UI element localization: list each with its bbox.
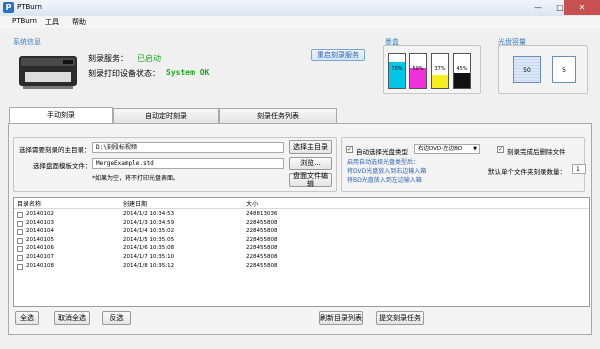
hint-line-1: 启用自动选择光盘类型后： <box>347 159 420 166</box>
row-size: 228455808 <box>246 228 278 235</box>
ink-black: 45% <box>453 53 471 89</box>
chevron-down-icon: ▼ <box>473 146 477 152</box>
tab-burn-task-list[interactable]: 刻录任务列表 <box>219 108 337 123</box>
deselect-all-button[interactable]: 取消全选 <box>54 311 90 325</box>
column-header-name[interactable]: 目录名称 <box>17 199 41 208</box>
row-name: 20140104 <box>26 228 54 235</box>
row-checkbox[interactable] <box>17 212 23 218</box>
hint-line-3: 将BD光盘放入到左边输入箱 <box>347 177 422 184</box>
disc-type-select[interactable]: 右边DVD-左边BD ▼ <box>414 144 480 154</box>
minimize-button[interactable]: — <box>527 0 549 15</box>
template-input[interactable]: MergeExample.std <box>92 158 284 169</box>
row-date: 2014/1/4 10:35:02 <box>123 228 175 235</box>
menu-bar <box>0 16 600 28</box>
table-row[interactable]: 20140106 2014/1/6 10:35:08 228455808 <box>14 245 589 254</box>
row-size: 228455808 <box>246 236 278 243</box>
row-checkbox[interactable] <box>17 263 23 270</box>
row-size: 248813036 <box>246 211 278 217</box>
delete-after-checkbox[interactable] <box>497 146 504 153</box>
row-size: 228455808 <box>246 262 278 269</box>
restart-service-button[interactable]: 重启刻录服务 <box>311 49 365 61</box>
menu-ptburn[interactable]: PTBurn <box>12 17 37 25</box>
ink-magenta-percent: 59% <box>412 66 424 72</box>
ink-magenta: 59% <box>409 53 427 89</box>
close-button[interactable]: ✕ <box>564 0 600 15</box>
disc-type-value: 右边DVD-左边BD <box>418 146 463 152</box>
row-date: 2014/1/7 10:35:10 <box>123 254 175 260</box>
service-status: 已启动 <box>137 54 161 63</box>
table-row[interactable]: 20140103 2014/1/3 10:34:59 228455808 <box>14 220 589 229</box>
ink-black-percent: 45% <box>456 66 468 72</box>
template-note: *如果为空，将不打印光盘表面。 <box>92 175 180 182</box>
tab-scheduled-burn[interactable]: 自动定时刻录 <box>113 108 219 123</box>
ink-yellow-percent: 37% <box>434 66 446 72</box>
row-checkbox[interactable] <box>17 246 23 253</box>
row-name: 20140103 <box>26 219 54 226</box>
row-date: 2014/1/8 10:35:12 <box>123 262 175 269</box>
auto-select-checkbox[interactable] <box>346 146 353 153</box>
header-divider <box>14 208 589 209</box>
row-name: 20140105 <box>26 236 54 243</box>
row-date: 2014/1/5 10:35:05 <box>123 236 175 243</box>
copies-label: 默认单个文件夹刻录数量： <box>488 168 566 176</box>
disc-tray-right: 5 <box>552 56 576 83</box>
printer-status-label: 刻录打印设备状态： <box>88 69 160 78</box>
table-row[interactable]: 20140104 2014/1/4 10:35:02 228455808 <box>14 228 589 237</box>
printer-image <box>17 50 79 90</box>
copies-input[interactable]: 1 <box>572 164 586 174</box>
column-header-size[interactable]: 大小 <box>246 199 258 208</box>
table-row[interactable]: 20140107 2014/1/7 10:35:10 228455808 <box>14 254 589 263</box>
table-row[interactable]: 20140105 2014/1/5 10:35:05 228455808 <box>14 237 589 246</box>
service-label: 刻录服务： <box>88 54 128 63</box>
main-dir-input[interactable]: D:\刻段标视频 <box>92 142 284 153</box>
window-title: PTBurn <box>17 3 42 11</box>
ink-cyan: 76% <box>388 53 406 89</box>
menu-help[interactable]: 帮助 <box>72 17 86 27</box>
row-name: 20140102 <box>26 211 54 217</box>
hint-line-2: 将DVD光盘放入到右边输入箱 <box>347 168 427 175</box>
template-label: 选择盘面模板文件： <box>33 162 92 170</box>
delete-after-label: 刻录完成后删除文件 <box>507 148 566 156</box>
row-checkbox[interactable] <box>17 220 23 227</box>
row-date: 2014/1/6 10:35:08 <box>123 245 175 252</box>
row-name: 20140108 <box>26 262 54 269</box>
main-dir-label: 选择需要刻录的主目录： <box>19 146 91 154</box>
invert-selection-button[interactable]: 反选 <box>102 311 131 325</box>
refresh-list-button[interactable]: 刷新目录列表 <box>319 311 363 325</box>
row-name: 20140107 <box>26 254 54 260</box>
browse-button[interactable]: 浏览... <box>289 157 332 170</box>
ink-cyan-percent: 76% <box>391 66 403 72</box>
table-row[interactable]: 20140108 2014/1/8 10:35:12 228455808 <box>14 263 589 272</box>
printer-status-value: System OK <box>166 68 210 77</box>
row-size: 228455808 <box>246 245 278 252</box>
row-checkbox[interactable] <box>17 237 23 244</box>
system-info-label: 系统信息 <box>13 38 41 46</box>
select-dir-button[interactable]: 选择主目录 <box>289 140 332 154</box>
app-icon: P <box>3 2 14 13</box>
column-header-date[interactable]: 创建日期 <box>123 199 147 208</box>
row-checkbox[interactable] <box>17 229 23 236</box>
tab-manual-burn[interactable]: 手动刻录 <box>9 107 113 123</box>
select-all-button[interactable]: 全选 <box>15 311 39 325</box>
title-bar <box>0 0 600 16</box>
ink-yellow: 37% <box>431 53 449 89</box>
row-size: 228455808 <box>246 219 278 226</box>
edit-disc-button[interactable]: 盘面文件编辑 <box>289 172 332 188</box>
file-list[interactable]: 目录名称 创建日期 大小 20140102 2014/1/2 10:34:53 24… <box>13 197 590 307</box>
row-checkbox[interactable] <box>17 255 23 261</box>
submit-task-button[interactable]: 提交刻录任务 <box>376 311 424 325</box>
row-name: 20140106 <box>26 245 54 252</box>
menu-tools[interactable]: 工具 <box>45 17 59 27</box>
auto-select-label: 自动选择光盘类型 <box>356 148 408 156</box>
table-row[interactable]: 20140102 2014/1/2 10:34:53 248813036 <box>14 211 589 220</box>
disc-tray-left: 50 <box>513 56 541 83</box>
row-date: 2014/1/3 10:34:59 <box>123 219 175 226</box>
row-date: 2014/1/2 10:34:53 <box>123 211 175 217</box>
row-size: 228455808 <box>246 254 278 260</box>
